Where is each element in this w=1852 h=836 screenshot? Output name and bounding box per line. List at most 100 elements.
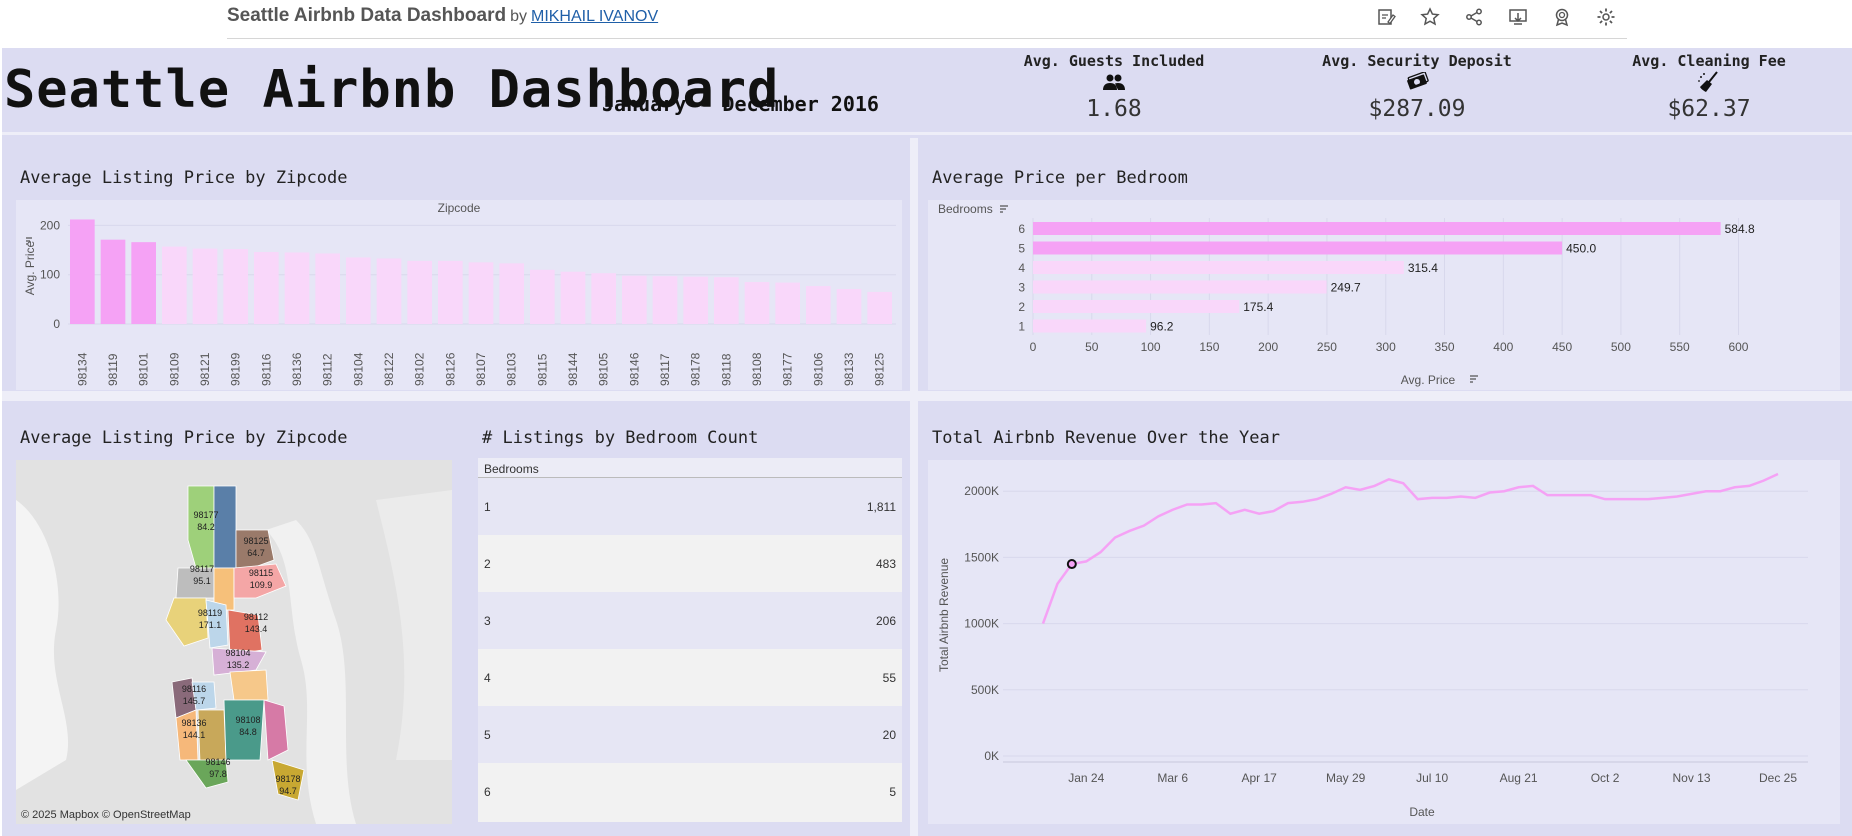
- zip-98144-area[interactable]: [229, 669, 269, 701]
- zip-x-tick: 98106: [811, 352, 825, 386]
- bedroom-bar-plot[interactable]: Bedrooms 0 50 100 150 200 250 300 350 400 450 500 55…: [928, 200, 1840, 390]
- zip-bar[interactable]: [438, 260, 463, 324]
- share-icon[interactable]: [1460, 5, 1488, 29]
- bedroom-x-tick: 250: [1317, 340, 1337, 354]
- map-value-label: 64.7: [247, 548, 265, 558]
- bedroom-bar[interactable]: [1033, 319, 1147, 333]
- bedroom-x-tick: 350: [1435, 340, 1455, 354]
- bedroom-y-tick: 1: [1018, 320, 1025, 334]
- star-icon[interactable]: [1416, 5, 1444, 29]
- horizontal-divider: [2, 391, 1852, 401]
- author-link[interactable]: MIKHAIL IVANOV: [531, 8, 658, 25]
- zip-bar[interactable]: [131, 242, 156, 324]
- zip-bar[interactable]: [836, 288, 862, 324]
- table-row[interactable]: 3 206: [478, 592, 902, 649]
- map-value-label: 143.4: [245, 624, 268, 634]
- table-row[interactable]: 4 55: [478, 649, 902, 706]
- zip-bar[interactable]: [775, 282, 800, 324]
- zip-bar[interactable]: [223, 249, 248, 324]
- zip-bar[interactable]: [622, 275, 647, 324]
- kpi-guests[interactable]: Avg. Guests Included 1.68: [994, 52, 1234, 122]
- zip-bar[interactable]: [284, 252, 310, 324]
- zip-98118-area[interactable]: [263, 699, 289, 761]
- revenue-line[interactable]: [1041, 472, 1779, 625]
- kpi-deposit[interactable]: Avg. Security Deposit $287.09: [1297, 52, 1537, 122]
- table-cell-count: 20: [882, 727, 896, 742]
- kpi-cleaning[interactable]: Avg. Cleaning Fee $62.37: [1589, 52, 1829, 122]
- zip-bar[interactable]: [376, 258, 402, 324]
- map-value-label: 145.7: [183, 696, 206, 706]
- zip-bar[interactable]: [744, 282, 770, 324]
- bedroom-bar[interactable]: [1033, 261, 1404, 274]
- bedroom-listings-table[interactable]: Bedrooms 1 1,811 2 483 3 206 4 55 5 20 65: [478, 458, 902, 822]
- bedroom-x-tick: 450: [1552, 340, 1572, 354]
- sort-icon[interactable]: [1000, 205, 1008, 213]
- zip-bar[interactable]: [162, 246, 187, 324]
- table-row[interactable]: 1 1,811: [478, 478, 902, 535]
- settings-icon[interactable]: [1592, 5, 1620, 29]
- zip-bar[interactable]: [806, 286, 831, 324]
- award-icon[interactable]: [1548, 5, 1576, 29]
- revenue-plot[interactable]: 0K 500K 1000K 1500K 2000K Jan 24 Mar 6 Apr 17 Ma…: [928, 460, 1840, 824]
- zip-bar[interactable]: [683, 276, 708, 324]
- revenue-x-tick: Nov 13: [1673, 771, 1711, 785]
- zip-bar-chart[interactable]: Zipcode Avg. Price 0 100 200 98134 98119 98101 9…: [16, 200, 902, 390]
- table-cell-bedrooms: 6: [484, 784, 491, 799]
- zip-bar-title: Average Listing Price by Zipcode: [20, 168, 348, 188]
- map-value-label: 84.2: [197, 522, 215, 532]
- sort-icon[interactable]: [1470, 375, 1478, 383]
- bedroom-bar-chart[interactable]: Bedrooms0 50 100 150 200 250 300 350 400 450 500 55…: [928, 200, 1840, 390]
- zip-y-tick: 100: [40, 268, 60, 282]
- zip-x-tick: 98126: [443, 352, 457, 386]
- table-row[interactable]: 5 20: [478, 706, 902, 763]
- zip-bar[interactable]: [867, 291, 892, 324]
- download-icon[interactable]: [1504, 5, 1532, 29]
- zip-x-tick: 98118: [719, 353, 733, 386]
- zip-bar[interactable]: [560, 271, 586, 324]
- bedroom-bar[interactable]: [1033, 241, 1563, 255]
- dashboard-header: Seattle Airbnb Dashboard January - Decem…: [2, 48, 1852, 135]
- zip-bar[interactable]: [407, 260, 432, 324]
- zip-y-label: Avg. Price: [23, 240, 37, 295]
- zip-bar[interactable]: [714, 277, 739, 324]
- by-text: by: [510, 8, 527, 25]
- zip-bar[interactable]: [468, 262, 494, 324]
- broom-icon: [1589, 70, 1829, 94]
- zip-bar[interactable]: [591, 273, 616, 324]
- edit-icon[interactable]: [1372, 5, 1400, 29]
- money-icon: [1297, 70, 1537, 94]
- table-header: Bedrooms: [478, 458, 902, 478]
- zipcode-map[interactable]: 98177 84.2 98125 64.7 98117 95.1 98115 109.9 981…: [16, 460, 452, 824]
- bedroom-bar[interactable]: [1033, 280, 1327, 294]
- revenue-line-chart[interactable]: 0K 500K 1000K 1500K 2000K Jan 24 Mar 6 Apr 17 Ma…: [928, 460, 1840, 824]
- zip-bar[interactable]: [70, 219, 95, 324]
- zip-bar-plot[interactable]: Zipcode Avg. Price 0 100 200 98134 98119 98101 9…: [16, 200, 902, 390]
- map-attribution: © 2025 Mapbox © OpenStreetMap: [21, 809, 191, 821]
- bedroom-bar[interactable]: [1033, 300, 1240, 313]
- zip-bar[interactable]: [346, 257, 371, 324]
- zip-98133-area[interactable]: [213, 485, 237, 569]
- table-row[interactable]: 2 483: [478, 535, 902, 592]
- zip-bar[interactable]: [652, 276, 678, 324]
- zip-bar[interactable]: [315, 253, 340, 324]
- zip-bar[interactable]: [499, 263, 524, 324]
- bedroom-bar-label: 584.8: [1725, 222, 1755, 236]
- map-value-label: 135.2: [227, 660, 250, 670]
- zip-bar[interactable]: [100, 239, 126, 324]
- zip-bar[interactable]: [192, 248, 218, 324]
- zip-bar[interactable]: [530, 269, 555, 324]
- kpi-deposit-value: $287.09: [1368, 96, 1466, 122]
- map-value-label: 95.1: [193, 576, 211, 586]
- zip-x-tick: 98107: [474, 352, 488, 386]
- bedroom-bar-label: 249.7: [1331, 281, 1361, 295]
- map-value-label: 94.7: [279, 786, 297, 796]
- zip-x-tick: 98136: [290, 352, 304, 386]
- zip-x-tick: 98103: [505, 352, 519, 386]
- bedroom-bar[interactable]: [1033, 222, 1721, 235]
- zip-x-tick: 98125: [873, 352, 887, 386]
- map-svg[interactable]: 98177 84.2 98125 64.7 98117 95.1 98115 109.9 981…: [16, 460, 452, 824]
- table-row[interactable]: 65: [478, 763, 902, 820]
- zip-x-tick: 98178: [689, 352, 703, 386]
- zip-bar[interactable]: [254, 252, 279, 324]
- revenue-highlight-point[interactable]: [1066, 559, 1077, 570]
